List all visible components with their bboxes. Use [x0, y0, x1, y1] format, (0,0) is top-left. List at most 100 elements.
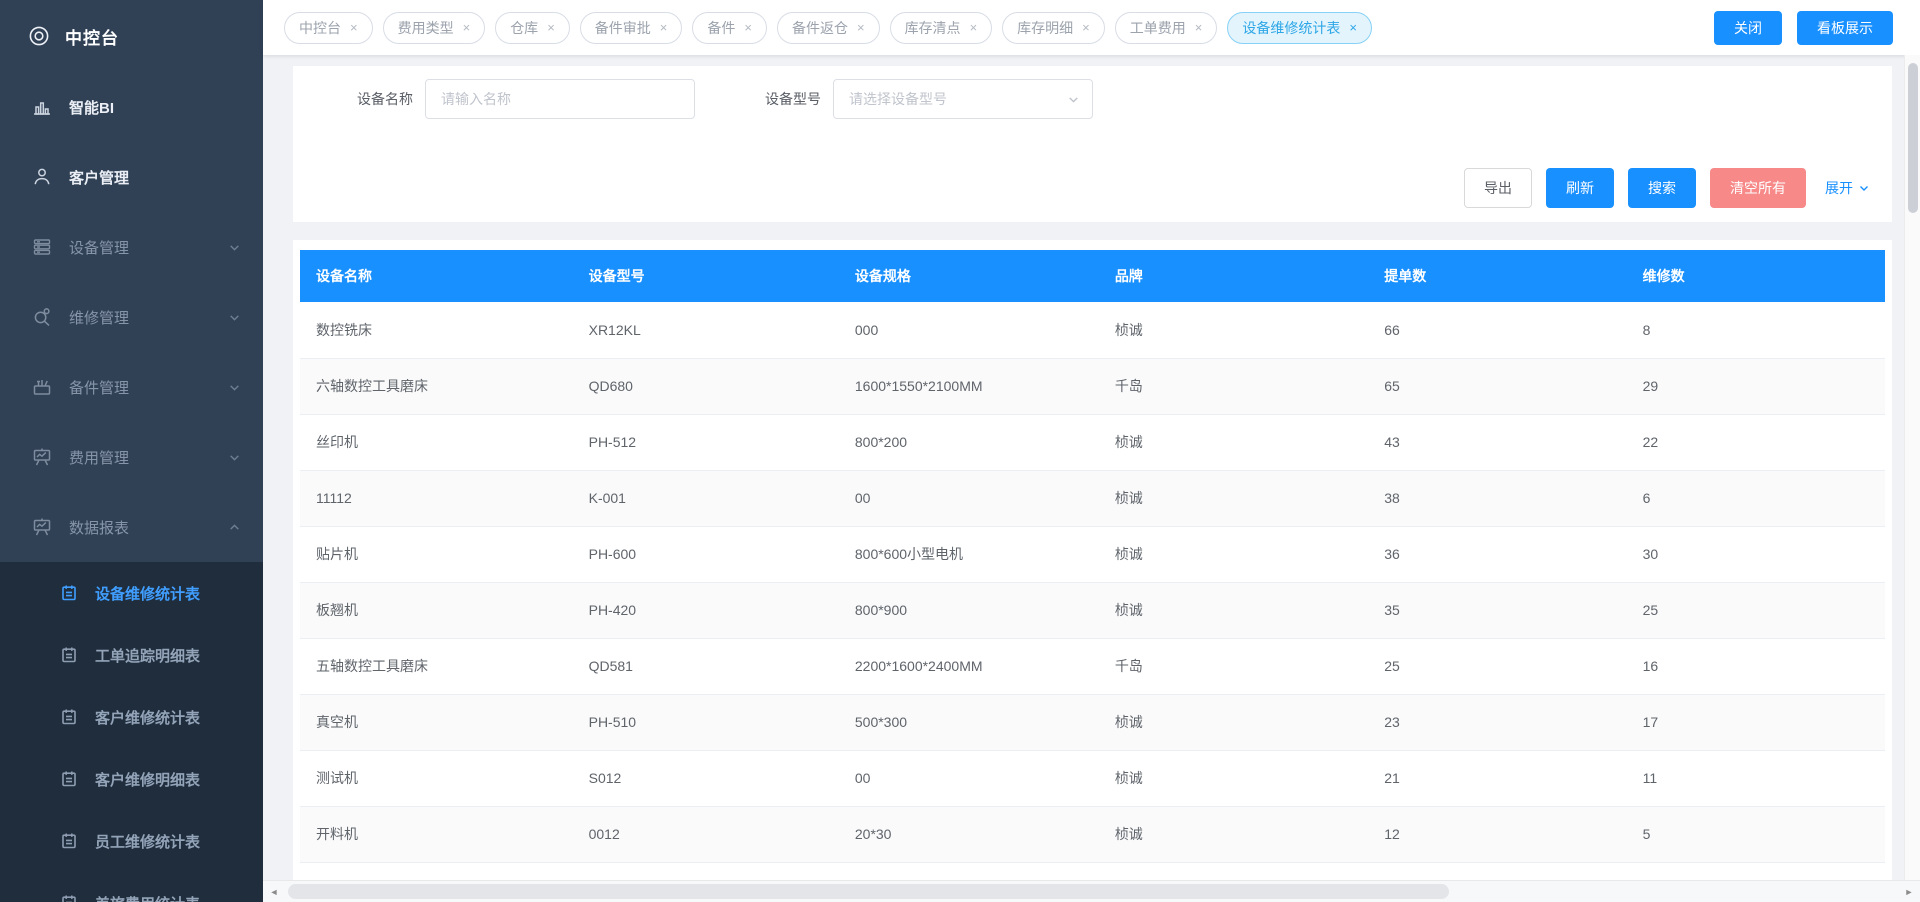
table-cell: 桢诚 [1099, 582, 1368, 638]
table-cell: 36 [1368, 526, 1626, 582]
table-cell: 000 [839, 302, 1099, 358]
tab-label: 仓库 [510, 18, 538, 38]
scroll-left-arrow[interactable]: ◄ [263, 887, 285, 897]
vertical-scrollbar[interactable] [1904, 55, 1920, 880]
tab-item[interactable]: 库存清点 × [890, 12, 993, 44]
tab-close-icon[interactable]: × [547, 21, 555, 34]
table-cell: 23 [1368, 694, 1626, 750]
table-row: 数控铣床XR12KL000桢诚668 [300, 302, 1885, 358]
device-model-select[interactable]: 请选择设备型号 [833, 79, 1093, 119]
table-cell: 数控铣床 [300, 302, 573, 358]
tab-item[interactable]: 设备维修统计表× [1227, 12, 1372, 44]
sidebar-item-bi[interactable]: 智能BI [0, 72, 263, 142]
search-button[interactable]: 搜索 [1628, 168, 1696, 208]
horizontal-scrollbar[interactable]: ◄ ► [263, 880, 1920, 902]
column-header: 设备名称 [300, 250, 573, 302]
topbar-actions: 关闭 看板展示 [1714, 11, 1893, 45]
sidebar-brand[interactable]: 中控台 [0, 0, 263, 72]
sidebar-item-label: 维修管理 [69, 307, 213, 328]
table-cell: 桢诚 [1099, 526, 1368, 582]
expand-label: 展开 [1825, 178, 1853, 198]
vertical-scrollbar-thumb[interactable] [1908, 63, 1918, 213]
customer-icon [30, 167, 54, 187]
bi-icon [30, 97, 54, 117]
tab-close-icon[interactable]: × [1195, 21, 1203, 34]
tab-label: 工单费用 [1130, 18, 1186, 38]
tab-label: 中控台 [299, 18, 341, 38]
table-cell: 8 [1627, 302, 1885, 358]
table-cell: 17 [1627, 694, 1885, 750]
tab-close-icon[interactable]: × [857, 21, 865, 34]
sidebar-item-customers[interactable]: 客户管理 [0, 142, 263, 212]
app-root: 中控台 智能BI客户管理设备管理维修管理备件管理费用管理数据报表 设备维修统计表… [0, 0, 1920, 902]
tab-close-icon[interactable]: × [970, 21, 978, 34]
table-cell: 千岛 [1099, 358, 1368, 414]
column-header: 品牌 [1099, 250, 1368, 302]
table-cell: PH-510 [573, 694, 839, 750]
tab-close-icon[interactable]: × [1082, 21, 1090, 34]
table-cell: 五轴数控工具磨床 [300, 638, 573, 694]
column-header: 设备规格 [839, 250, 1099, 302]
table-cell: 500*300 [839, 694, 1099, 750]
sidebar-item-expenses[interactable]: 费用管理 [0, 422, 263, 492]
clear-all-button[interactable]: 清空所有 [1710, 168, 1806, 208]
tab-label: 备件 [707, 18, 735, 38]
submenu-item-employee-repair-stats[interactable]: 员工维修统计表 [0, 810, 263, 872]
table-row: 开料机001220*30桢诚125 [300, 806, 1885, 862]
export-button[interactable]: 导出 [1464, 168, 1532, 208]
notebook-icon [60, 646, 78, 664]
tab-close-icon[interactable]: × [660, 21, 668, 34]
tab-label: 备件审批 [595, 18, 651, 38]
tab-item[interactable]: 备件审批 × [580, 12, 683, 44]
tab-item[interactable]: 仓库 × [495, 12, 570, 44]
submenu-item-customer-repair-detail[interactable]: 客户维修明细表 [0, 748, 263, 810]
notebook-icon [60, 708, 78, 726]
tab-item[interactable]: 备件返仓× [777, 12, 880, 44]
table-cell: 16 [1627, 638, 1885, 694]
table-cell: QD680 [573, 358, 839, 414]
filter-row: 设备名称 设备型号 请选择设备型号 [293, 79, 1870, 119]
tab-item[interactable]: 备件 × [692, 12, 767, 44]
tab-close-icon[interactable]: × [744, 21, 752, 34]
table-cell: XR12KL [573, 302, 839, 358]
close-button[interactable]: 关闭 [1714, 11, 1782, 45]
sidebar-item-repairs[interactable]: 维修管理 [0, 282, 263, 352]
board-display-button[interactable]: 看板展示 [1797, 11, 1893, 45]
sidebar-item-reports[interactable]: 数据报表 [0, 492, 263, 562]
tab-item[interactable]: 中控台 × [284, 12, 373, 44]
submenu-item-work-order-trace[interactable]: 工单追踪明细表 [0, 624, 263, 686]
tab-label: 库存清点 [905, 18, 961, 38]
tab-item[interactable]: 费用类型× [383, 12, 486, 44]
table-row: 贴片机PH-600800*600小型电机桢诚3630 [300, 526, 1885, 582]
table-cell: 六轴数控工具磨床 [300, 358, 573, 414]
submenu-item-device-repair-stats[interactable]: 设备维修统计表 [0, 562, 263, 624]
submenu-item-customer-repair-stats[interactable]: 客户维修统计表 [0, 686, 263, 748]
repair-icon [30, 307, 54, 327]
tab-close-icon[interactable]: × [463, 21, 471, 34]
tab-item[interactable]: 库存明细× [1002, 12, 1105, 44]
table-cell: 0012 [573, 806, 839, 862]
table-cell: 12 [1368, 806, 1626, 862]
submenu-item-travel-expense-stats[interactable]: 差旅费用统计表 [0, 872, 263, 902]
expand-toggle[interactable]: 展开 [1825, 178, 1870, 198]
table-cell: 00 [839, 470, 1099, 526]
table-cell: 11112 [300, 470, 573, 526]
table-row: 测试机S01200桢诚2111 [300, 750, 1885, 806]
horizontal-scrollbar-track[interactable] [285, 881, 1898, 902]
data-table-panel: 设备名称设备型号设备规格品牌提单数维修数 数控铣床XR12KL000桢诚668六… [293, 240, 1892, 880]
sidebar-item-spare-parts[interactable]: 备件管理 [0, 352, 263, 422]
sidebar-item-devices[interactable]: 设备管理 [0, 212, 263, 282]
table-cell: 桢诚 [1099, 302, 1368, 358]
table-row: 丝印机PH-512800*200桢诚4322 [300, 414, 1885, 470]
refresh-button[interactable]: 刷新 [1546, 168, 1614, 208]
tab-close-icon[interactable]: × [350, 21, 358, 34]
sidebar-item-label: 备件管理 [69, 377, 213, 398]
tab-item[interactable]: 工单费用 × [1115, 12, 1218, 44]
sidebar-item-label: 数据报表 [69, 517, 213, 538]
scroll-right-arrow[interactable]: ► [1898, 887, 1920, 897]
tab-close-icon[interactable]: × [1349, 21, 1357, 34]
spare-icon [30, 377, 54, 397]
device-name-input[interactable] [425, 79, 695, 119]
table-cell: 测试机 [300, 750, 573, 806]
horizontal-scrollbar-thumb[interactable] [288, 884, 1449, 899]
